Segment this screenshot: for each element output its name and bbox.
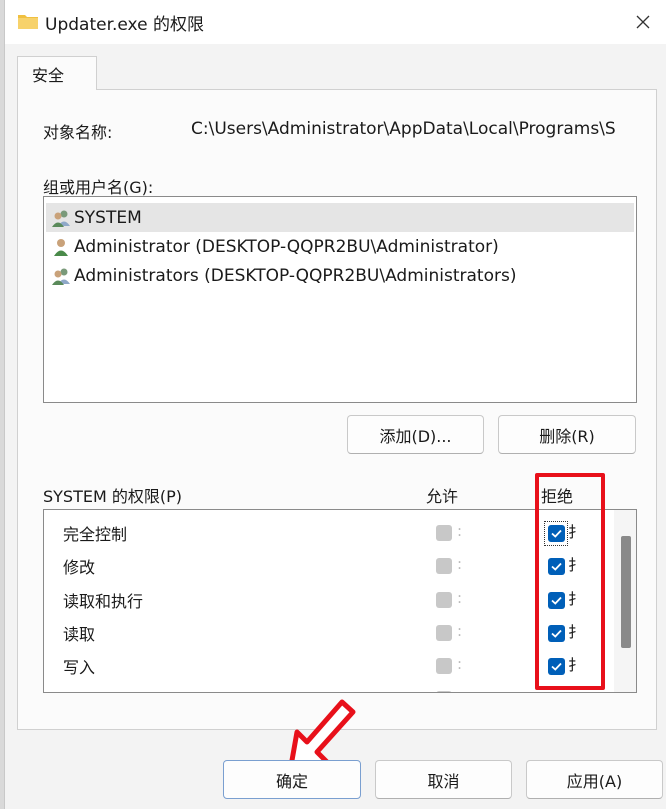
group-users-icon	[52, 268, 70, 285]
perm-name: 特殊	[63, 687, 95, 692]
add-button[interactable]: 添加(D)...	[347, 415, 484, 454]
close-button[interactable]	[620, 0, 666, 44]
perm-name: 完全控制	[63, 525, 128, 544]
list-item-label: Administrator (DESKTOP-QQPR2BU\Administr…	[74, 236, 499, 257]
close-icon	[636, 15, 650, 29]
remove-button[interactable]: 删除(R)	[498, 415, 636, 454]
title-bar: Updater.exe 的权限	[5, 0, 666, 44]
allow-checkbox-disabled	[436, 625, 452, 641]
object-name-label: 对象名称:	[43, 123, 113, 142]
allow-tail-text: :	[457, 655, 463, 673]
ok-button[interactable]: 确定	[223, 760, 361, 799]
permissions-label: SYSTEM 的权限(P)	[43, 487, 182, 506]
allow-tail-text: :	[457, 622, 463, 640]
list-item-label: SYSTEM	[74, 207, 142, 228]
permissions-dialog: Updater.exe 的权限 安全 对象名称: C:\Users\Admini…	[4, 0, 666, 809]
list-item-administrator[interactable]: Administrator (DESKTOP-QQPR2BU\Administr…	[46, 232, 634, 261]
allow-checkbox-disabled	[436, 691, 452, 692]
perm-row-modify: 修改 : 扌	[44, 549, 614, 582]
groups-label: 组或用户名(G):	[43, 178, 154, 197]
user-icon	[54, 238, 68, 256]
deny-column-highlight	[535, 473, 605, 690]
tab-security[interactable]: 安全	[17, 56, 97, 91]
tab-strip: 安全	[5, 44, 666, 91]
perm-row-write: 写入 : 扌	[44, 649, 614, 682]
allow-tail-text: :	[457, 589, 463, 607]
users-listbox[interactable]: SYSTEM Administrator (DESKTOP-QQPR2BU\Ad…	[43, 196, 637, 403]
allow-tail-text: :	[457, 522, 463, 540]
allow-checkbox-disabled	[436, 592, 452, 608]
list-item-administrators[interactable]: Administrators (DESKTOP-QQPR2BU\Administ…	[46, 261, 634, 290]
perm-row-special: 特殊	[44, 682, 614, 692]
object-name-value: C:\Users\Administrator\AppData\Local\Pro…	[191, 119, 616, 139]
perm-name: 写入	[63, 658, 96, 677]
perm-name: 读取和执行	[63, 592, 144, 611]
perm-row-read-execute: 读取和执行 : 扌	[44, 583, 614, 616]
allow-checkbox-disabled	[436, 658, 452, 674]
allow-checkbox-disabled	[436, 525, 452, 541]
group-users-icon	[52, 210, 70, 227]
scrollbar-thumb[interactable]	[621, 536, 631, 648]
window-title: Updater.exe 的权限	[45, 15, 204, 35]
allow-checkbox-disabled	[436, 558, 452, 574]
perm-name: 修改	[63, 558, 96, 577]
cancel-button[interactable]: 取消	[375, 760, 512, 799]
folder-icon	[18, 15, 38, 29]
allow-tail-text: :	[457, 555, 463, 573]
list-item-label: Administrators (DESKTOP-QQPR2BU\Administ…	[74, 265, 517, 286]
perm-row-read: 读取 : 扌	[44, 616, 614, 649]
apply-button[interactable]: 应用(A)	[526, 760, 663, 799]
tab-security-label: 安全	[32, 66, 65, 85]
allow-column-header: 允许	[426, 487, 459, 506]
perm-row-full-control: 完全控制 : 扌	[44, 516, 614, 549]
list-item-system[interactable]: SYSTEM	[46, 203, 634, 232]
perm-name: 读取	[63, 625, 96, 644]
permissions-scrollbar[interactable]	[614, 510, 636, 692]
